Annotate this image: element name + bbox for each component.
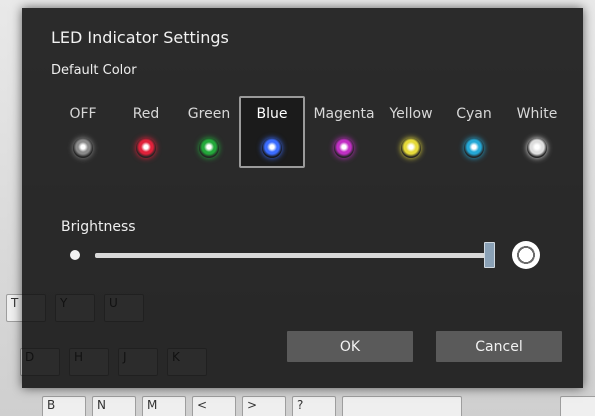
- led-dot-icon: [334, 138, 354, 158]
- color-option-label: Blue: [256, 106, 288, 122]
- bg-key: B: [42, 396, 86, 416]
- color-option-label: Green: [187, 106, 231, 122]
- color-option-label: Cyan: [456, 106, 492, 122]
- ok-button[interactable]: OK: [287, 331, 413, 362]
- color-option-label: OFF: [69, 106, 97, 122]
- led-dot-icon: [73, 138, 93, 158]
- screen: T Y U D H J K B N M < > ? LED Indicator …: [0, 0, 595, 416]
- bg-key: [342, 396, 462, 416]
- color-option-label: Red: [132, 106, 160, 122]
- bg-key: [560, 396, 595, 416]
- bg-key: >: [242, 396, 286, 416]
- brightness-label: Brightness: [61, 219, 136, 235]
- bg-key: N: [92, 396, 136, 416]
- brightness-max-icon: [512, 241, 540, 269]
- color-option-blue[interactable]: Blue: [239, 96, 305, 168]
- color-option-cyan[interactable]: Cyan: [441, 96, 507, 168]
- led-dot-icon: [136, 138, 156, 158]
- dialog-title: LED Indicator Settings: [51, 28, 229, 47]
- led-settings-dialog: LED Indicator Settings Default Color OFF…: [22, 8, 583, 388]
- color-option-label: Yellow: [389, 106, 433, 122]
- color-option-yellow[interactable]: Yellow: [378, 96, 444, 168]
- led-dot-icon: [464, 138, 484, 158]
- brightness-slider[interactable]: [95, 242, 495, 268]
- brightness-slider-thumb[interactable]: [484, 242, 495, 268]
- color-option-magenta[interactable]: Magenta: [309, 96, 379, 168]
- bg-key: <: [192, 396, 236, 416]
- bg-key: M: [142, 396, 186, 416]
- led-dot-icon: [401, 138, 421, 158]
- color-option-label: Magenta: [313, 106, 375, 122]
- brightness-slider-fill: [95, 253, 489, 258]
- led-dot-icon: [199, 138, 219, 158]
- led-dot-icon: [262, 138, 282, 158]
- cancel-button[interactable]: Cancel: [436, 331, 562, 362]
- color-option-white[interactable]: White: [504, 96, 570, 168]
- bg-key: ?: [292, 396, 336, 416]
- led-dot-icon: [527, 138, 547, 158]
- color-option-green[interactable]: Green: [176, 96, 242, 168]
- default-color-label: Default Color: [51, 63, 137, 78]
- color-option-red[interactable]: Red: [113, 96, 179, 168]
- color-option-label: White: [516, 106, 558, 122]
- brightness-min-icon: [70, 250, 80, 260]
- color-option-off[interactable]: OFF: [50, 96, 116, 168]
